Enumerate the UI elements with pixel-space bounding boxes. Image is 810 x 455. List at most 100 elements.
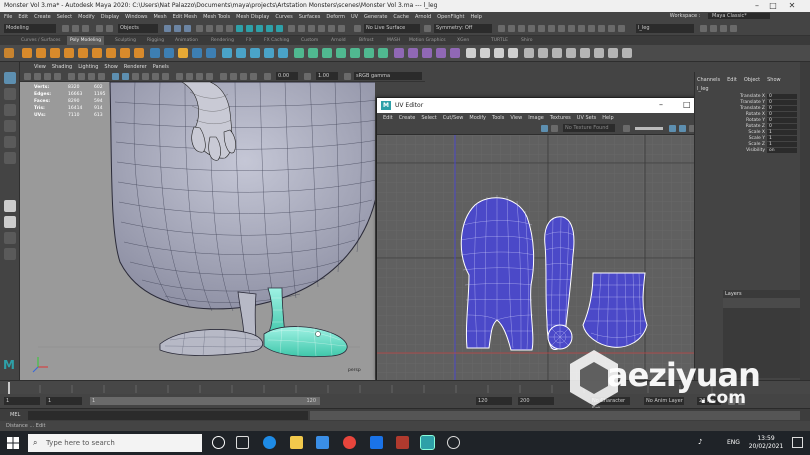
exposure-field[interactable]: 0.00: [276, 72, 298, 80]
tab-animation[interactable]: Animation: [172, 36, 201, 45]
gamma-field[interactable]: 1.00: [316, 72, 338, 80]
attribute-value[interactable]: 1: [767, 130, 797, 135]
dof-icon[interactable]: [608, 25, 615, 32]
menu-cache[interactable]: Cache: [393, 14, 409, 20]
slide-edge-icon[interactable]: [378, 48, 388, 58]
append-polygon-icon[interactable]: [278, 48, 288, 58]
reduce-icon[interactable]: [580, 48, 590, 58]
menu-edit-mesh[interactable]: Edit Mesh: [173, 14, 197, 20]
menu-mesh[interactable]: Mesh: [153, 14, 166, 20]
viewport-menu-renderer[interactable]: Renderer: [124, 64, 147, 70]
uv-editor-icon[interactable]: [450, 48, 460, 58]
ssao-icon[interactable]: [176, 73, 183, 80]
tab-curves-surfaces[interactable]: Curves / Surfaces: [18, 36, 64, 45]
maximize-icon[interactable]: □: [683, 100, 691, 109]
menu-set-dropdown[interactable]: Modeling: [4, 24, 56, 33]
chrome-icon[interactable]: [343, 436, 356, 449]
shelf-menu-icon[interactable]: [4, 48, 14, 58]
render-settings-icon[interactable]: [328, 25, 335, 32]
menu-display[interactable]: Display: [101, 14, 119, 20]
tab-arnold[interactable]: Arnold: [328, 36, 349, 45]
exposure-icon[interactable]: [264, 73, 271, 80]
camera-select-icon[interactable]: [24, 73, 31, 80]
snap-point-icon[interactable]: [216, 25, 223, 32]
motion-blur-view-icon[interactable]: [186, 73, 193, 80]
menu-openflight[interactable]: OpenFlight: [437, 14, 464, 20]
shadows-icon[interactable]: [568, 25, 575, 32]
smooth-shade-icon[interactable]: [122, 73, 129, 80]
viewport-menu-show[interactable]: Show: [104, 64, 118, 70]
center-pivot-icon[interactable]: [608, 48, 618, 58]
attribute-value[interactable]: 0: [767, 100, 797, 105]
menu-deform[interactable]: Deform: [326, 14, 345, 20]
tab-bifrost[interactable]: Bifrost: [356, 36, 377, 45]
cleanup-icon[interactable]: [538, 48, 548, 58]
tab-turtle[interactable]: TURTLE: [488, 36, 511, 45]
hypershade-icon[interactable]: [338, 25, 345, 32]
maya-taskbar-icon[interactable]: [420, 435, 435, 450]
planar-map-icon[interactable]: [394, 48, 404, 58]
photoshop-icon[interactable]: [396, 436, 409, 449]
all-lights-icon[interactable]: [152, 73, 159, 80]
attribute-value[interactable]: 0: [767, 94, 797, 99]
uv-menu-help[interactable]: Help: [602, 115, 613, 121]
attribute-editor-icon[interactable]: [710, 25, 717, 32]
bookmark-icon[interactable]: [44, 73, 51, 80]
retopologize-icon[interactable]: [594, 48, 604, 58]
range-end-field[interactable]: 120: [476, 397, 512, 405]
isolate-select-icon[interactable]: [220, 73, 227, 80]
xray-active-icon[interactable]: [250, 73, 257, 80]
live-surface-field[interactable]: No Live Surface: [364, 24, 420, 33]
insert-edge-loop-icon[interactable]: [350, 48, 360, 58]
tab-object[interactable]: Object: [744, 77, 760, 83]
shadows-view-icon[interactable]: [162, 73, 169, 80]
poly-disc-icon[interactable]: [106, 48, 116, 58]
tab-rigging[interactable]: Rigging: [144, 36, 167, 45]
attribute-value[interactable]: 0: [767, 112, 797, 117]
taskbar-search-box[interactable]: ⌕ Type here to search: [28, 434, 202, 452]
uv-menu-select[interactable]: Select: [421, 115, 436, 121]
uv-menu-uv-sets[interactable]: UV Sets: [577, 115, 597, 121]
tab-shiro[interactable]: Shiro: [518, 36, 535, 45]
grab-brush-icon[interactable]: [508, 48, 518, 58]
tool-settings-icon[interactable]: [720, 25, 727, 32]
new-scene-icon[interactable]: [62, 25, 69, 32]
image-plane-icon[interactable]: [54, 73, 61, 80]
workspace-dropdown[interactable]: Maya Classic*: [708, 13, 770, 19]
wireframe-shaded-icon[interactable]: [112, 73, 119, 80]
input-language[interactable]: ENG: [727, 439, 740, 446]
selection-mode-dropdown[interactable]: Objects: [118, 24, 158, 33]
volume-icon[interactable]: ♪: [698, 438, 702, 446]
aa-icon[interactable]: [598, 25, 605, 32]
attribute-row[interactable]: Visibility on: [695, 148, 797, 154]
live-surface-icon[interactable]: [354, 25, 361, 32]
select-by-hierarchy-icon[interactable]: [164, 25, 171, 32]
construction-icon[interactable]: [298, 25, 305, 32]
transfer-attributes-icon[interactable]: [524, 48, 534, 58]
fill-hole-icon[interactable]: [264, 48, 274, 58]
smooth-icon[interactable]: [178, 48, 188, 58]
end-frame-field[interactable]: 200: [518, 397, 554, 405]
uv-wireframe-icon[interactable]: [551, 125, 558, 132]
save-scene-icon[interactable]: [82, 25, 89, 32]
color-management-icon[interactable]: [344, 73, 351, 80]
camera-attr-icon[interactable]: [518, 25, 525, 32]
menu-generate[interactable]: Generate: [364, 14, 387, 20]
connect-icon[interactable]: [322, 48, 332, 58]
uv-shaded-icon[interactable]: [541, 125, 548, 132]
xray-icon[interactable]: [498, 25, 505, 32]
menu-modify[interactable]: Modify: [78, 14, 95, 20]
smooth-brush-icon[interactable]: [480, 48, 490, 58]
render-icon[interactable]: [308, 25, 315, 32]
motion-blur-icon[interactable]: [588, 25, 595, 32]
spherical-map-icon[interactable]: [422, 48, 432, 58]
uv-mask-icon[interactable]: [276, 25, 283, 32]
uv-menu-create[interactable]: Create: [399, 115, 416, 121]
grid-display-icon[interactable]: [669, 125, 676, 132]
image-display-icon[interactable]: [623, 125, 630, 132]
wireframe-icon[interactable]: [528, 25, 535, 32]
snap-view-plane-icon[interactable]: [226, 25, 233, 32]
xray-view-icon[interactable]: [230, 73, 237, 80]
camera-lock-icon[interactable]: [34, 73, 41, 80]
triangulate-icon[interactable]: [552, 48, 562, 58]
